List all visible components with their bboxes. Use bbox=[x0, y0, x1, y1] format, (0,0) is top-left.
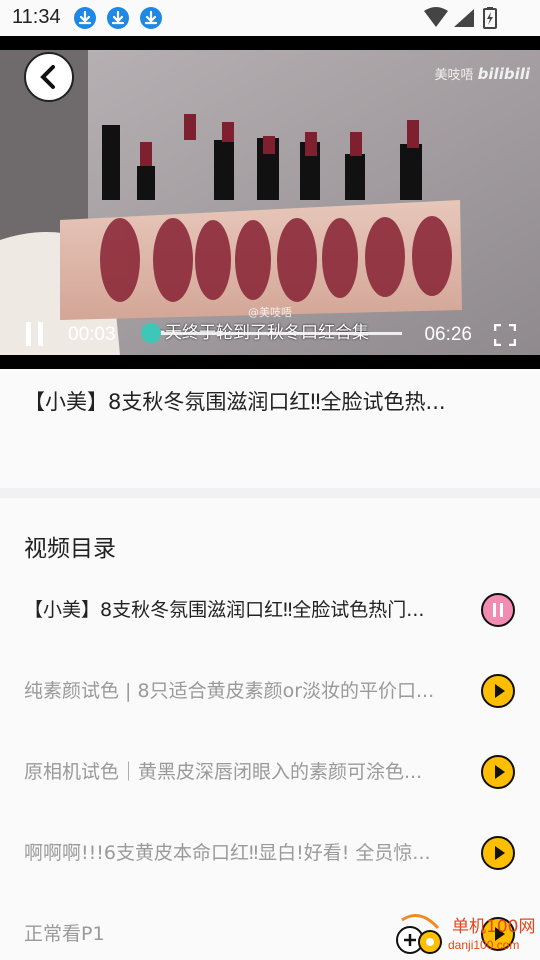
download-notification-icon bbox=[140, 7, 162, 29]
back-arrow-icon bbox=[40, 65, 55, 89]
playlist-item[interactable]: 啊啊啊!!!6支黄皮本命口红‼显白!好看! 全员惊... bbox=[0, 833, 540, 913]
site-logo-domain: danji100.com bbox=[448, 938, 520, 952]
section-divider bbox=[0, 488, 540, 498]
playlist-play-button[interactable] bbox=[481, 836, 515, 870]
video-watermark: 美吱唔 bilibili bbox=[434, 65, 530, 83]
play-icon bbox=[495, 846, 505, 860]
playlist-play-button[interactable] bbox=[481, 755, 515, 789]
playlist-pause-button[interactable] bbox=[481, 593, 515, 627]
back-button[interactable] bbox=[24, 52, 74, 102]
playlist-item[interactable]: 原相机试色｜黄黑皮深唇闭眼入的素颜可涂色... bbox=[0, 752, 540, 832]
playlist-item[interactable]: 纯素颜试色 | 8只适合黄皮素颜or淡妆的平价口... bbox=[0, 671, 540, 751]
playlist-heading: 视频目录 bbox=[24, 536, 116, 562]
playlist-play-button[interactable] bbox=[481, 674, 515, 708]
download-notification-icon bbox=[74, 7, 96, 29]
status-bar: 11:34 bbox=[0, 0, 540, 36]
fullscreen-icon[interactable] bbox=[494, 324, 516, 346]
site-logo-name: 单机100网 bbox=[452, 917, 536, 937]
battery-icon bbox=[483, 7, 497, 29]
total-time: 06:26 bbox=[424, 324, 472, 345]
playlist-item[interactable]: 【小美】8支秋冬氛围滋润口红‼全脸试色热门... bbox=[0, 590, 540, 670]
playlist-item-label: 原相机试色｜黄黑皮深唇闭眼入的素颜可涂色... bbox=[24, 761, 423, 783]
playlist-item-label: 纯素颜试色 | 8只适合黄皮素颜or淡妆的平价口... bbox=[24, 680, 435, 702]
pause-icon bbox=[493, 603, 503, 617]
status-time: 11:34 bbox=[12, 6, 61, 28]
playlist-item-label: 正常看P1 bbox=[24, 923, 105, 945]
playlist-item-label: 啊啊啊!!!6支黄皮本命口红‼显白!好看! 全员惊... bbox=[24, 842, 431, 864]
current-time: 00:03 bbox=[68, 324, 116, 345]
wifi-icon bbox=[424, 7, 448, 27]
seek-knob[interactable] bbox=[140, 323, 161, 343]
pause-icon bbox=[26, 322, 31, 346]
play-icon bbox=[495, 765, 505, 779]
signal-icon bbox=[454, 9, 474, 27]
site-logo: 单机100网 danji100.com bbox=[390, 910, 540, 960]
video-subtitle: 一天终于轮到了秋冬口红合集 bbox=[148, 323, 369, 343]
video-title: 【小美】8支秋冬氛围滋润口红‼全脸试色热... bbox=[24, 390, 446, 414]
video-player[interactable]: 美吱唔 bilibili @美吱唔 一天终于轮到了秋冬口红合集 00:03 06… bbox=[0, 36, 540, 369]
playlist-item-label: 【小美】8支秋冬氛围滋润口红‼全脸试色热门... bbox=[24, 599, 425, 621]
play-icon bbox=[495, 684, 505, 698]
seek-bar[interactable] bbox=[140, 323, 402, 343]
pause-button[interactable] bbox=[24, 322, 46, 346]
download-notification-icon bbox=[107, 7, 129, 29]
